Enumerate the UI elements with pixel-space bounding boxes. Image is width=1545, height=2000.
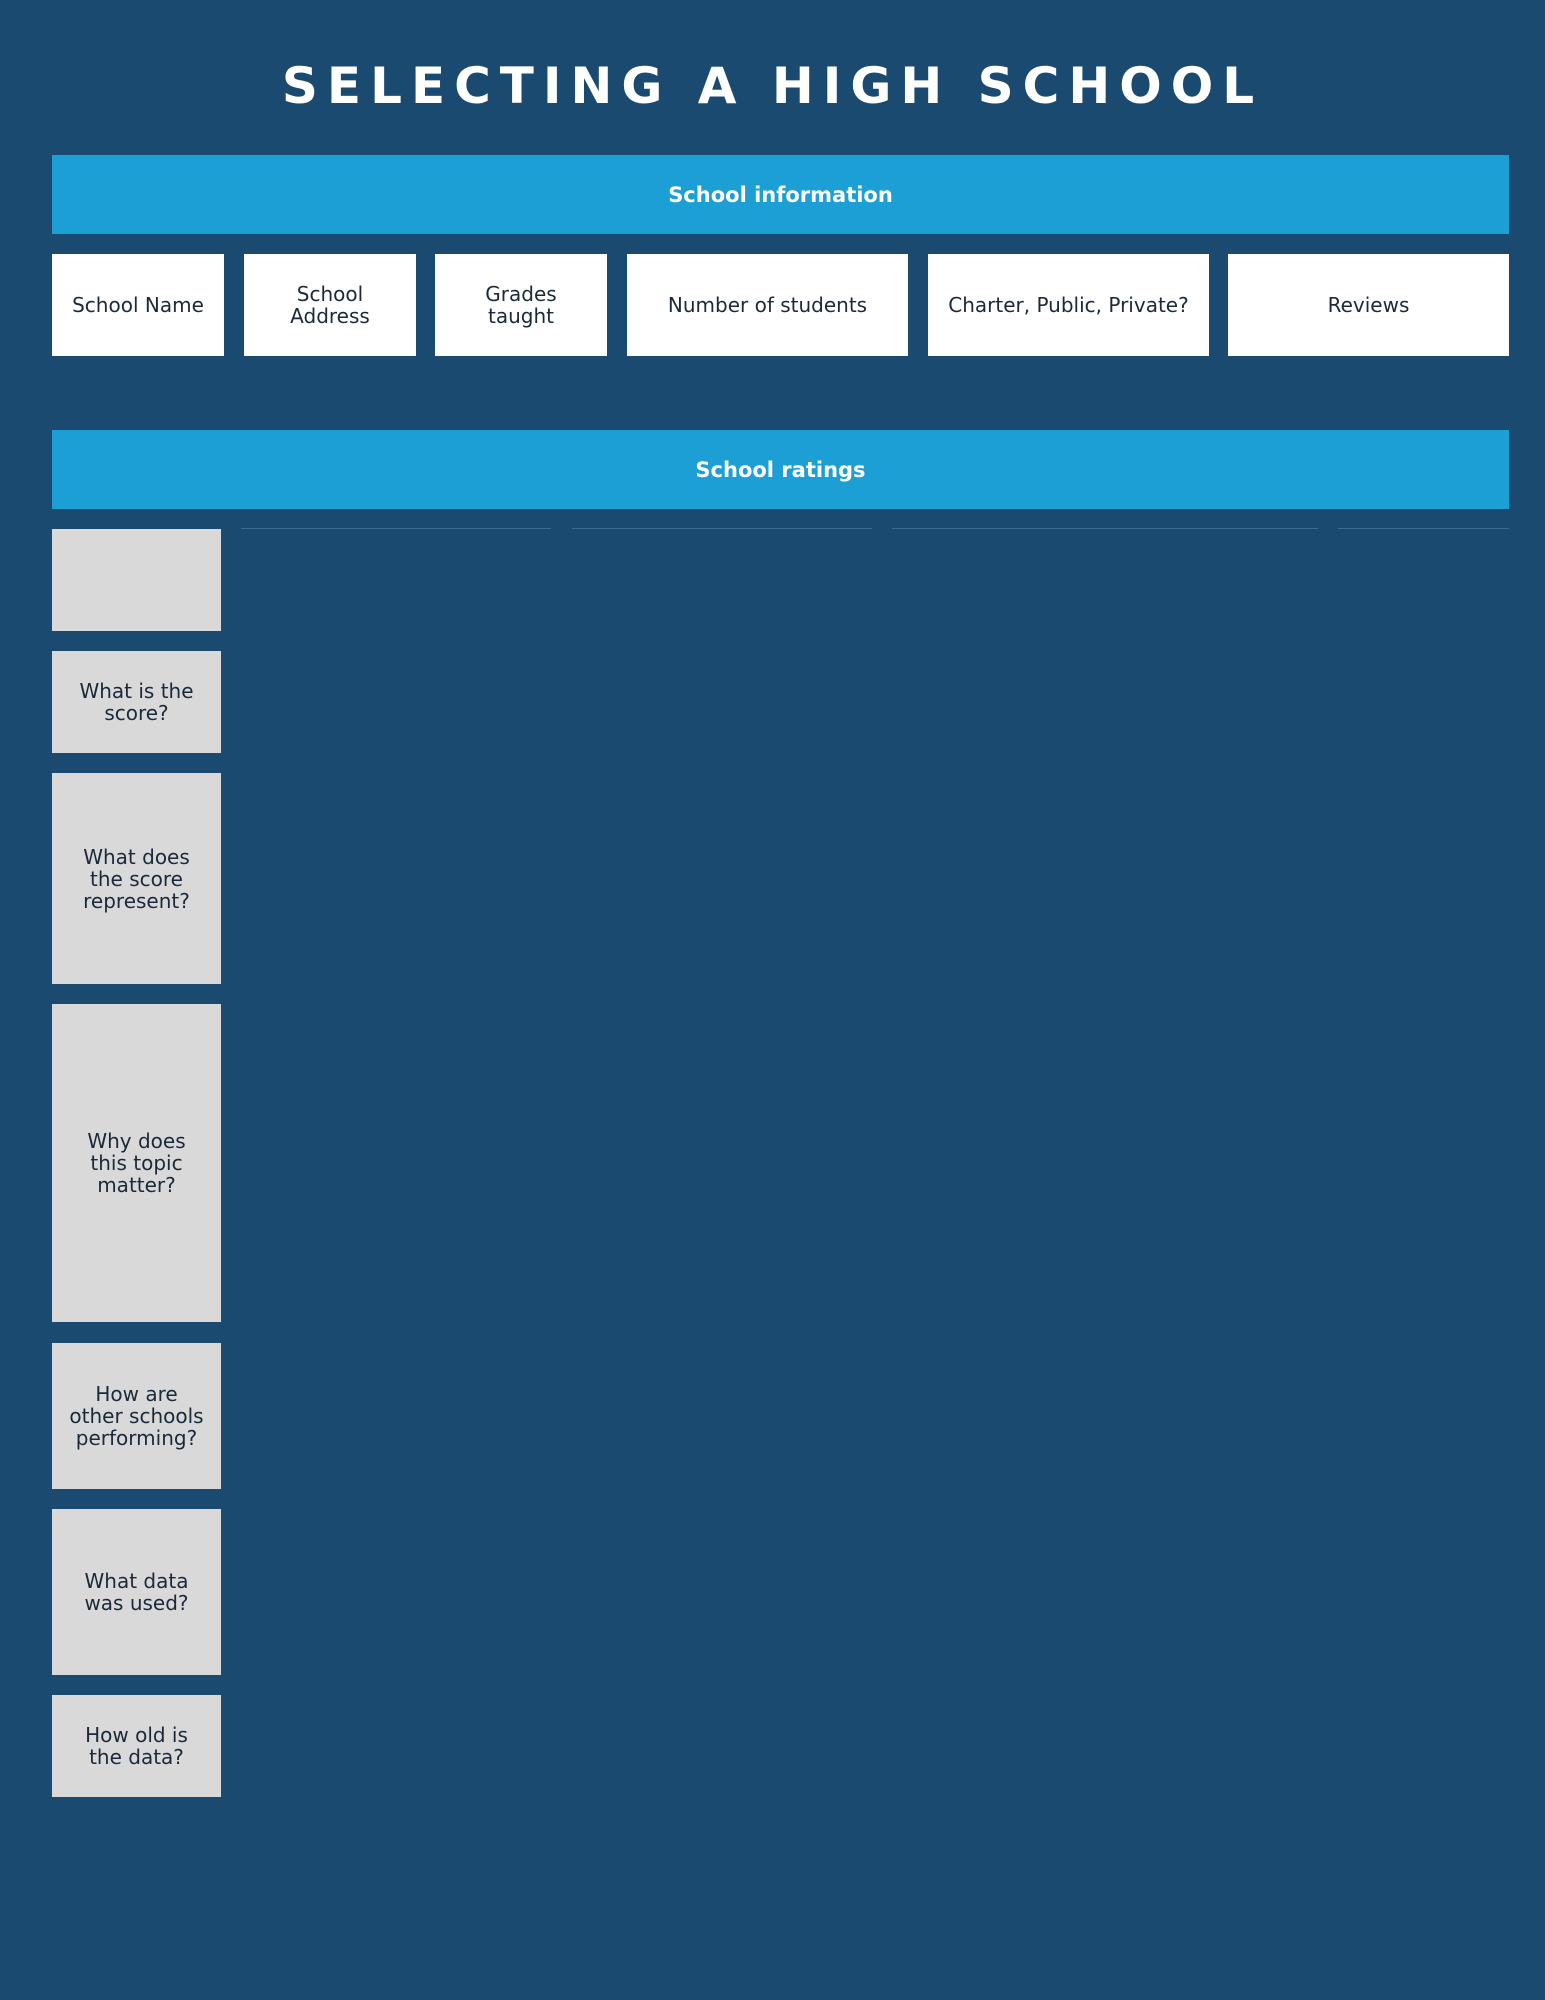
school-name-field[interactable]: School Name [52, 254, 224, 356]
rating-question-label: What does the score represent? [83, 844, 190, 913]
ratings-column-divider [892, 528, 1318, 529]
school-information-banner: School information [52, 155, 1509, 234]
reviews-field[interactable]: Reviews [1228, 254, 1509, 356]
ratings-column-divider [572, 528, 872, 529]
rating-question-label: What data was used? [84, 1569, 189, 1615]
grades-taught-label: Grades taught [485, 282, 557, 328]
rating-question-other-schools: How are other schools performing? [52, 1343, 221, 1489]
school-address-field[interactable]: School Address [244, 254, 416, 356]
school-ratings-heading: School ratings [695, 457, 866, 482]
rating-question-label: How are other schools performing? [69, 1382, 204, 1450]
school-ratings-banner: School ratings [52, 430, 1509, 509]
rating-question-data-age: How old is the data? [52, 1695, 221, 1797]
number-of-students-label: Number of students [667, 293, 868, 317]
school-address-label: School Address [290, 282, 370, 328]
number-of-students-field[interactable]: Number of students [627, 254, 908, 356]
rating-question-data-used: What data was used? [52, 1509, 221, 1675]
rating-header-cell [52, 529, 221, 631]
rating-question-label: Why does this topic matter? [87, 1129, 186, 1197]
ratings-column-divider [1338, 528, 1509, 529]
school-type-field[interactable]: Charter, Public, Private? [928, 254, 1209, 356]
school-name-label: School Name [72, 293, 204, 317]
rating-question-label: How old is the data? [85, 1723, 188, 1769]
rating-question-label: What is the score? [79, 679, 194, 725]
rating-question-score: What is the score? [52, 651, 221, 753]
page-title: SELECTING A HIGH SCHOOL [281, 57, 1264, 115]
school-information-heading: School information [668, 182, 893, 207]
ratings-column-divider [241, 528, 551, 529]
reviews-label: Reviews [1327, 293, 1410, 317]
rating-question-topic-importance: Why does this topic matter? [52, 1004, 221, 1322]
grades-taught-field[interactable]: Grades taught [435, 254, 607, 356]
rating-question-score-meaning: What does the score represent? [52, 773, 221, 984]
school-type-label: Charter, Public, Private? [948, 293, 1189, 317]
